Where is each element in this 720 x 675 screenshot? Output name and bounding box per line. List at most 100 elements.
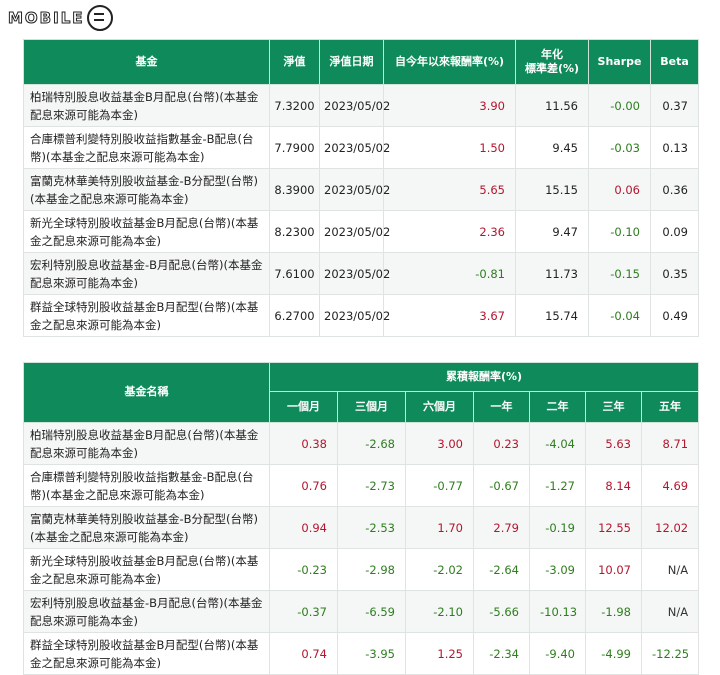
table-row[interactable]: 群益全球特別股收益基金B月配型(台幣)(本基金之配息來源可能為本金) 6.2700… (23, 294, 699, 337)
return-m1: 0.38 (269, 422, 338, 465)
col-header-std: 年化 標準差(%) (515, 39, 589, 85)
col-header-std-line2: 標準差(%) (524, 62, 580, 75)
return-y2: -9.40 (529, 632, 586, 675)
nav-date: 2023/05/02 (319, 126, 390, 169)
return-m6: 3.00 (405, 422, 474, 465)
return-y1: -5.66 (473, 590, 530, 633)
fund-name-link[interactable]: 柏瑞特別股息收益基金B月配息(台幣)(本基金配息來源可能為本金) (23, 84, 270, 127)
col-header-5y: 五年 (640, 391, 700, 423)
nav-value: 7.6100 (269, 252, 320, 295)
return-m6: 1.25 (405, 632, 474, 675)
fund-name-link[interactable]: 富蘭克林華美特別股收益基金-B分配型(台幣)(本基金之配息來源可能為本金) (23, 168, 270, 211)
return-y3: 5.63 (585, 422, 642, 465)
col-header-date: 淨值日期 (319, 39, 384, 85)
return-m1: 0.76 (269, 464, 338, 507)
col-header-sharpe: Sharpe (588, 39, 651, 85)
table-row[interactable]: 群益全球特別股收益基金B月配型(台幣)(本基金之配息來源可能為本金) 0.74 -3… (23, 632, 700, 675)
return-y3: 10.07 (585, 548, 642, 591)
return-y5: 4.69 (640, 464, 700, 507)
ytd-return: 1.50 (383, 126, 516, 169)
return-y5: 8.71 (640, 422, 700, 465)
ytd-return: 2.36 (383, 210, 516, 253)
fund-performance-table: 基金 淨值 淨值日期 自今年以來報酬率(%) 年化 標準差(%) Sharpe … (23, 39, 699, 337)
table-row[interactable]: 富蘭克林華美特別股收益基金-B分配型(台幣)(本基金之配息來源可能為本金) 8.3… (23, 168, 699, 211)
col-header-3y: 三年 (585, 391, 642, 423)
logo-text: MOBILE (8, 9, 85, 28)
col-header-1m: 一個月 (269, 391, 338, 423)
fund-name-link[interactable]: 群益全球特別股收益基金B月配型(台幣)(本基金之配息來源可能為本金) (23, 294, 270, 337)
table-row[interactable]: 合庫標普利變特別股收益指數基金-B配息(台幣)(本基金之配息來源可能為本金) 7.… (23, 126, 699, 169)
fund-name-link[interactable]: 宏利特別股息收益基金-B月配息(台幣)(本基金配息來源可能為本金) (23, 252, 270, 295)
nav-value: 7.7900 (269, 126, 320, 169)
beta-value: 0.49 (650, 294, 699, 337)
sharpe-ratio: -0.03 (588, 126, 651, 169)
return-y2: -3.09 (529, 548, 586, 591)
return-m3: -2.53 (337, 506, 406, 549)
col-header-beta: Beta (650, 39, 699, 85)
table-row[interactable]: 宏利特別股息收益基金-B月配息(台幣)(本基金配息來源可能為本金) -0.37 -6… (23, 590, 700, 633)
return-m1: 0.94 (269, 506, 338, 549)
annualized-std: 9.47 (515, 210, 589, 253)
return-m3: -2.73 (337, 464, 406, 507)
return-y3: -4.99 (585, 632, 642, 675)
table-row[interactable]: 新光全球特別股收益基金B月配息(台幣)(本基金之配息來源可能為本金) 8.2300… (23, 210, 699, 253)
col-header-1y: 一年 (473, 391, 530, 423)
return-y3: -1.98 (585, 590, 642, 633)
return-y2: -0.19 (529, 506, 586, 549)
nav-date: 2023/05/02 (319, 252, 390, 295)
fund-name-link[interactable]: 新光全球特別股收益基金B月配息(台幣)(本基金之配息來源可能為本金) (23, 210, 270, 253)
col-header-6m: 六個月 (405, 391, 474, 423)
sharpe-ratio: -0.00 (588, 84, 651, 127)
ytd-return: -0.81 (383, 252, 516, 295)
fund-name-link[interactable]: 群益全球特別股收益基金B月配型(台幣)(本基金之配息來源可能為本金) (23, 632, 270, 675)
return-m6: 1.70 (405, 506, 474, 549)
annualized-std: 11.73 (515, 252, 589, 295)
annualized-std: 15.15 (515, 168, 589, 211)
fund-name-link[interactable]: 宏利特別股息收益基金-B月配息(台幣)(本基金配息來源可能為本金) (23, 590, 270, 633)
ytd-return: 3.67 (383, 294, 516, 337)
beta-value: 0.35 (650, 252, 699, 295)
logo-mark-icon (86, 5, 113, 31)
return-m6: -0.77 (405, 464, 474, 507)
beta-value: 0.09 (650, 210, 699, 253)
fund-name-link[interactable]: 柏瑞特別股息收益基金B月配息(台幣)(本基金配息來源可能為本金) (23, 422, 270, 465)
return-y2: -1.27 (529, 464, 586, 507)
sharpe-ratio: -0.15 (588, 252, 651, 295)
table-row[interactable]: 新光全球特別股收益基金B月配息(台幣)(本基金之配息來源可能為本金) -0.23 -… (23, 548, 700, 591)
return-y1: -0.67 (473, 464, 530, 507)
fund-name-link[interactable]: 新光全球特別股收益基金B月配息(台幣)(本基金之配息來源可能為本金) (23, 548, 270, 591)
annualized-std: 15.74 (515, 294, 589, 337)
return-y1: 2.79 (473, 506, 530, 549)
annualized-std: 11.56 (515, 84, 589, 127)
table-row[interactable]: 柏瑞特別股息收益基金B月配息(台幣)(本基金配息來源可能為本金) 0.38 -2.6… (23, 422, 700, 465)
cumulative-return-table: 基金名稱 累積報酬率(%) 一個月 三個月 六個月 一年 二年 三年 五年 柏瑞… (23, 362, 700, 675)
return-m1: -0.23 (269, 548, 338, 591)
return-y1: 0.23 (473, 422, 530, 465)
annualized-std: 9.45 (515, 126, 589, 169)
table-row[interactable]: 宏利特別股息收益基金-B月配息(台幣)(本基金配息來源可能為本金) 7.6100 2… (23, 252, 699, 295)
table-row[interactable]: 富蘭克林華美特別股收益基金-B分配型(台幣)(本基金之配息來源可能為本金) 0.9… (23, 506, 700, 549)
col-header-std-line1: 年化 (541, 47, 563, 61)
return-y3: 8.14 (585, 464, 642, 507)
ytd-return: 3.90 (383, 84, 516, 127)
sharpe-ratio: -0.10 (588, 210, 651, 253)
nav-value: 8.2300 (269, 210, 320, 253)
beta-value: 0.37 (650, 84, 699, 127)
return-y3: 12.55 (585, 506, 642, 549)
fund-name-link[interactable]: 合庫標普利變特別股收益指數基金-B配息(台幣)(本基金之配息來源可能為本金) (23, 464, 270, 507)
return-y5: N/A (640, 590, 700, 633)
fund-name-link[interactable]: 富蘭克林華美特別股收益基金-B分配型(台幣)(本基金之配息來源可能為本金) (23, 506, 270, 549)
site-logo[interactable]: MOBILE (8, 3, 113, 33)
fund-name-link[interactable]: 合庫標普利變特別股收益指數基金-B配息(台幣)(本基金之配息來源可能為本金) (23, 126, 270, 169)
return-m3: -6.59 (337, 590, 406, 633)
table-row[interactable]: 合庫標普利變特別股收益指數基金-B配息(台幣)(本基金之配息來源可能為本金) 0.… (23, 464, 700, 507)
col-header-fund-name: 基金名稱 (23, 362, 270, 423)
return-y1: -2.64 (473, 548, 530, 591)
sharpe-ratio: 0.06 (588, 168, 651, 211)
beta-value: 0.36 (650, 168, 699, 211)
return-y5: -12.25 (640, 632, 700, 675)
nav-date: 2023/05/02 (319, 84, 390, 127)
nav-date: 2023/05/02 (319, 168, 390, 211)
col-header-cumulative: 累積報酬率(%) (268, 362, 700, 392)
table-row[interactable]: 柏瑞特別股息收益基金B月配息(台幣)(本基金配息來源可能為本金) 7.3200 20… (23, 84, 699, 127)
